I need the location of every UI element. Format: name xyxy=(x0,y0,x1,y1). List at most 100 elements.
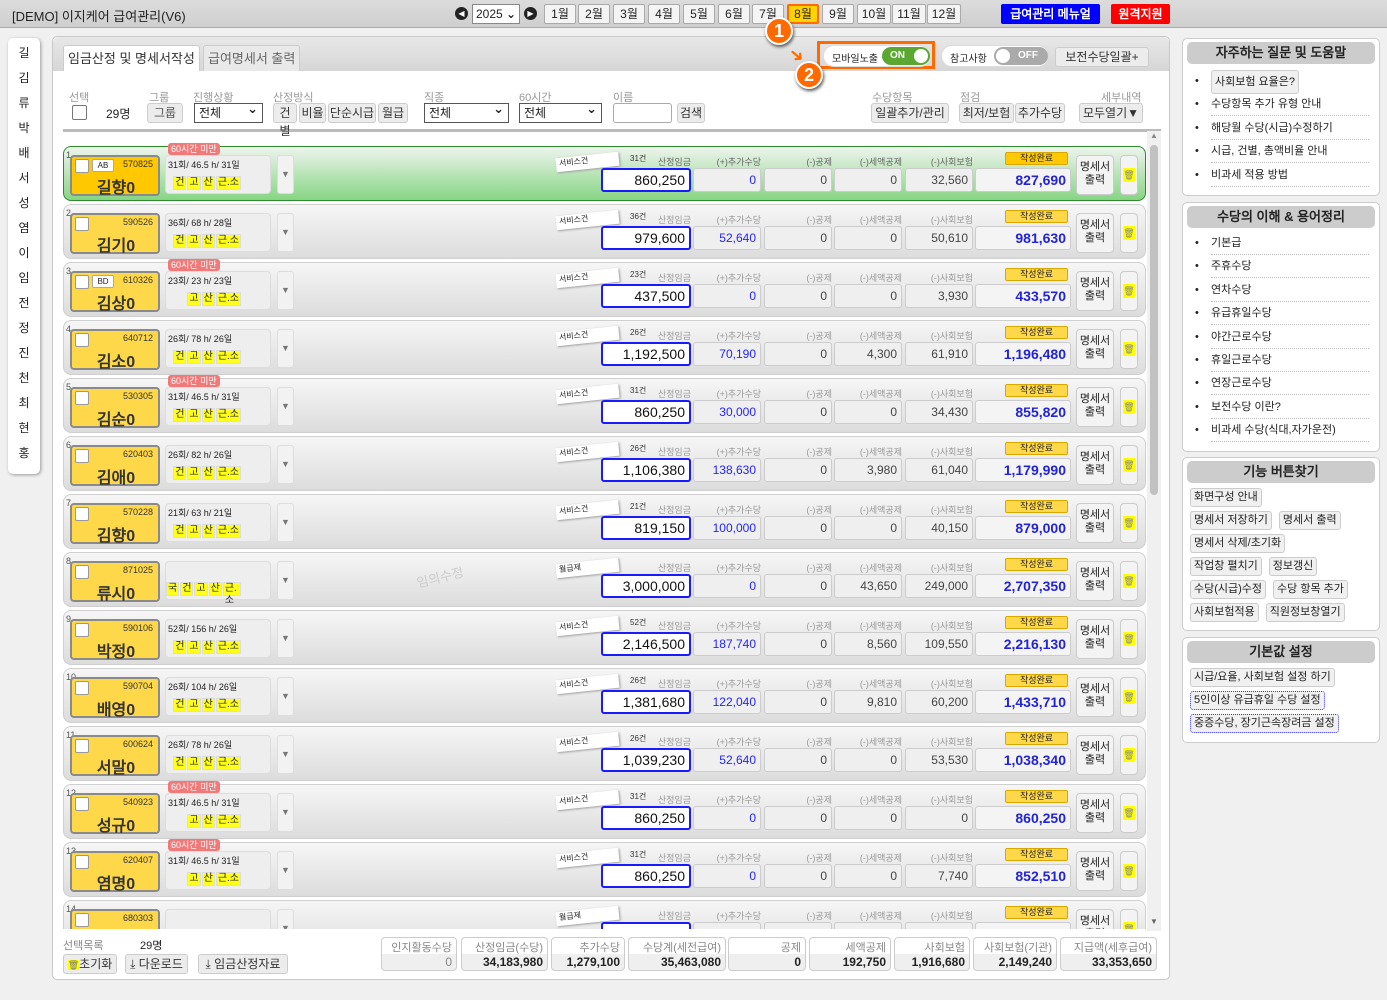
month-tab-3[interactable]: 3월 xyxy=(613,4,645,24)
employee-card[interactable]: 620407 염명0 xyxy=(70,851,160,893)
index-letter[interactable]: 서 xyxy=(8,169,40,186)
delete-button[interactable]: 🗑 xyxy=(1120,271,1138,311)
index-letter[interactable]: 류 xyxy=(8,94,40,111)
manual-button[interactable]: 급여관리 메뉴얼 xyxy=(1001,4,1100,24)
month-tab-11[interactable]: 11월 xyxy=(892,4,926,24)
print-payslip-button[interactable]: 명세서출력 xyxy=(1076,155,1114,195)
employee-card[interactable]: 680303 xyxy=(70,909,160,929)
row-checkbox[interactable] xyxy=(75,739,89,753)
mobile-switch[interactable]: ON xyxy=(882,47,930,65)
delete-button[interactable]: 🗑 xyxy=(1120,619,1138,659)
select-all-checkbox[interactable] xyxy=(72,105,87,120)
table-row[interactable]: 9 590106 박정0 52회/ 156 h/ 26일 건 고 산 근.소 ▼ 서비스건 52건 산… xyxy=(63,610,1146,665)
print-payslip-button[interactable]: 명세서출력 xyxy=(1076,735,1114,775)
index-letter[interactable]: 길 xyxy=(8,44,40,61)
year-select[interactable]: 2025 ⌄ xyxy=(472,4,520,24)
table-row[interactable]: 8 871025 류시0 국 건 고 산 근.소 ▼ 임의수정 월급제 산정임금 3,000,000 (+… xyxy=(63,552,1146,607)
index-letter[interactable]: 천 xyxy=(8,369,40,386)
term-item[interactable]: 야간근로수당 xyxy=(1183,326,1379,349)
print-payslip-button[interactable]: 명세서출력 xyxy=(1076,561,1114,601)
print-payslip-button[interactable]: 명세서출력 xyxy=(1076,909,1114,929)
faq-item[interactable]: 사회보험 요율은? xyxy=(1183,70,1379,94)
row-checkbox[interactable] xyxy=(75,217,89,231)
field-wage[interactable]: 979,600 xyxy=(601,226,691,250)
h60-select[interactable]: 전체 xyxy=(519,100,602,123)
function-button[interactable]: 직원정보창열기 xyxy=(1265,603,1345,622)
list-scrollbar[interactable]: ▲ ▼ xyxy=(1147,131,1161,931)
index-letter[interactable]: 이 xyxy=(8,244,40,261)
delete-button[interactable]: 🗑 xyxy=(1120,213,1138,253)
group-button[interactable]: 그룹 xyxy=(147,103,183,123)
table-row[interactable]: 5 530305 김순0 31회/ 46.5 h/ 31일 건 고 산 근.소 60시간 미만 ▼… xyxy=(63,375,1146,433)
row-checkbox[interactable] xyxy=(75,797,89,811)
term-item[interactable]: 연차수당 xyxy=(1183,279,1379,302)
expand-row-button[interactable]: ▼ xyxy=(277,619,294,658)
row-checkbox[interactable] xyxy=(75,507,89,521)
scroll-thumb[interactable] xyxy=(1150,145,1158,495)
table-row[interactable]: 14680303건고산근.소▼월급제산정임금(+)추가수당(-)공제(-)세액공… xyxy=(63,900,1146,929)
row-checkbox[interactable] xyxy=(75,333,89,347)
search-button[interactable]: 검색 xyxy=(677,103,705,123)
table-row[interactable]: 3 BD 610326 김상0 23회/ 23 h/ 23일 고 산 근.소 60시간 미만 ▼ 서… xyxy=(63,259,1146,317)
term-item[interactable]: 유급휴일수당 xyxy=(1183,302,1379,326)
expand-row-button[interactable]: ▼ xyxy=(277,329,294,368)
method-button[interactable]: 월급 xyxy=(378,103,408,123)
expand-row-button[interactable]: ▼ xyxy=(277,503,294,542)
employee-card[interactable]: 590106 박정0 xyxy=(70,619,160,661)
term-item[interactable]: 보전수당 이란? xyxy=(1183,396,1379,419)
reset-button[interactable]: 🗑초기화 xyxy=(63,954,117,974)
row-checkbox[interactable] xyxy=(75,391,89,405)
month-tab-1[interactable]: 1월 xyxy=(544,4,576,24)
function-button[interactable]: 명세서 삭제/초기화 xyxy=(1190,534,1286,553)
bulk-allowance-button[interactable]: 보전수당일괄+ xyxy=(1055,47,1149,67)
faq-item[interactable]: 시급, 건별, 총액비율 안내 xyxy=(1183,140,1379,164)
delete-button[interactable]: 🗑 xyxy=(1120,329,1138,369)
index-letter[interactable]: 김 xyxy=(8,69,40,86)
method-button[interactable]: 비율 xyxy=(299,103,326,123)
defaults-button[interactable]: 중증수당, 장기근속장려금 설정 xyxy=(1190,714,1339,733)
index-letter[interactable]: 현 xyxy=(8,419,40,436)
month-tab-12[interactable]: 12월 xyxy=(927,4,961,24)
expand-row-button[interactable]: ▼ xyxy=(277,155,294,194)
employee-card[interactable]: 590526 김기0 xyxy=(70,213,160,255)
row-checkbox[interactable] xyxy=(75,855,89,869)
term-item[interactable]: 기본급 xyxy=(1183,232,1379,255)
month-tab-8[interactable]: 8월 xyxy=(787,4,819,24)
month-tab-6[interactable]: 6월 xyxy=(718,4,750,24)
month-tab-9[interactable]: 9월 xyxy=(822,4,854,24)
print-payslip-button[interactable]: 명세서출력 xyxy=(1076,677,1114,717)
employee-card[interactable]: 640712 김소0 xyxy=(70,329,160,371)
delete-button[interactable]: 🗑 xyxy=(1120,793,1138,833)
field-wage[interactable]: 1,106,380 xyxy=(601,458,691,482)
delete-button[interactable]: 🗑 xyxy=(1120,503,1138,543)
expand-row-button[interactable]: ▼ xyxy=(277,387,294,426)
field-wage[interactable]: 860,250 xyxy=(601,806,691,830)
field-wage[interactable]: 860,250 xyxy=(601,168,691,192)
employee-card[interactable]: BD 610326 김상0 xyxy=(70,271,160,313)
index-letter[interactable]: 진 xyxy=(8,344,40,361)
function-button[interactable]: 정보갱신 xyxy=(1268,557,1318,576)
index-letter[interactable]: 성 xyxy=(8,194,40,211)
table-row[interactable]: 10590704배영026회/ 104 h/ 26일건고산근.소▼서비스건26건… xyxy=(63,668,1146,723)
index-letter[interactable]: 최 xyxy=(8,394,40,411)
row-checkbox[interactable] xyxy=(75,913,89,927)
print-payslip-button[interactable]: 명세서출력 xyxy=(1076,213,1114,253)
print-payslip-button[interactable]: 명세서출력 xyxy=(1076,503,1114,543)
month-tab-4[interactable]: 4월 xyxy=(648,4,680,24)
print-payslip-button[interactable]: 명세서출력 xyxy=(1076,329,1114,369)
print-payslip-button[interactable]: 명세서출력 xyxy=(1076,445,1114,485)
defaults-button[interactable]: 5인이상 유급휴일 수당 설정 xyxy=(1190,691,1325,710)
function-button[interactable]: 명세서 저장하기 xyxy=(1190,511,1272,530)
expand-all-button[interactable]: 모두열기▼ xyxy=(1079,103,1143,123)
delete-button[interactable]: 🗑 xyxy=(1120,561,1138,601)
notes-toggle[interactable]: 참고사항 OFF xyxy=(941,45,1049,67)
expand-row-button[interactable]: ▼ xyxy=(277,561,294,600)
tab-payslip-print[interactable]: 급여명세서 출력 xyxy=(203,45,301,71)
expand-row-button[interactable]: ▼ xyxy=(277,445,294,484)
expand-row-button[interactable]: ▼ xyxy=(277,851,294,890)
function-button[interactable]: 명세서 출력 xyxy=(1278,511,1341,530)
index-letter[interactable]: 전 xyxy=(8,294,40,311)
faq-item[interactable]: 수당항목 추가 유형 안내 xyxy=(1183,93,1379,117)
expand-row-button[interactable]: ▼ xyxy=(277,793,294,832)
delete-button[interactable]: 🗑 xyxy=(1120,387,1138,427)
